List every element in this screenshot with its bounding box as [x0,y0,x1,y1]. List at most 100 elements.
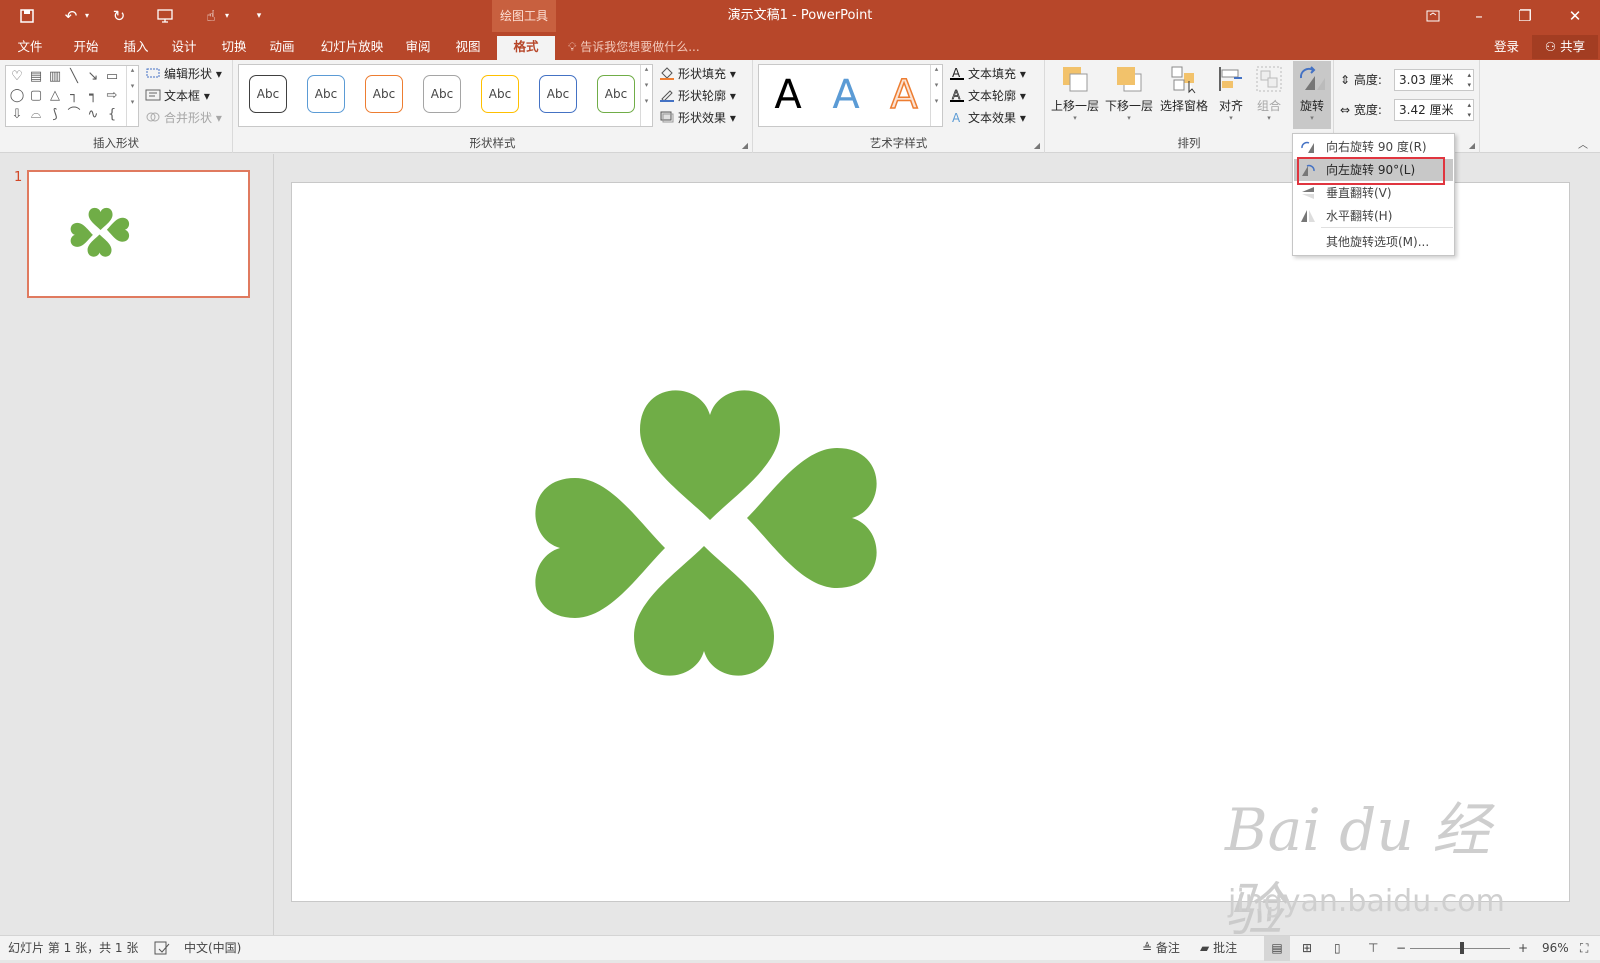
triangle-shape-icon[interactable]: △ [46,87,64,105]
scribble-shape-icon[interactable]: ⟆ [46,106,64,124]
restore-icon[interactable]: ❐ [1502,0,1548,32]
brace-shape-icon[interactable]: { [103,106,121,124]
wordart-launcher-icon[interactable]: ◢ [1034,141,1040,150]
zoom-out-icon[interactable]: − [1396,936,1406,961]
merge-shapes-button[interactable]: 合并形状 ▾ [145,108,222,128]
notes-button[interactable]: ≜ 备注 [1142,936,1180,961]
ribbon-display-options-icon[interactable] [1410,0,1456,32]
size-launcher-icon[interactable]: ◢ [1469,141,1475,150]
tab-home[interactable]: 开始 [64,36,108,60]
slide-sorter-view-icon[interactable]: ⊞ [1302,936,1312,961]
height-input[interactable]: 3.03 厘米 ▴ ▾ [1394,69,1474,91]
tab-file[interactable]: 文件 [8,36,52,60]
close-icon[interactable]: ✕ [1552,0,1598,32]
comments-button[interactable]: ▰ 批注 [1200,936,1237,961]
collapse-ribbon-icon[interactable]: ︿ [1578,136,1588,151]
rounded-rectangle-shape-icon[interactable]: ▢ [27,87,45,105]
tab-design[interactable]: 设计 [162,36,206,60]
shape-style-swatch[interactable]: Abc [481,75,519,113]
selection-pane-button[interactable]: 选择窗格 [1157,62,1211,128]
zoom-level[interactable]: 96% [1542,936,1569,961]
edit-shape-button[interactable]: 编辑形状 ▾ [145,64,222,84]
shape-style-swatch[interactable]: Abc [365,75,403,113]
slideshow-view-icon[interactable]: ⊤ [1368,936,1378,961]
shape-style-gallery-scroll[interactable]: ▴ ▾ ▾ [640,65,652,126]
arc-shape-icon[interactable]: ⌒ [65,106,83,124]
text-fill-button[interactable]: A 文本填充 ▾ [949,64,1026,84]
right-arrow-shape-icon[interactable]: ⇨ [103,87,121,105]
spell-check-icon[interactable] [154,936,170,961]
height-spinner[interactable]: ▴ ▾ [1467,70,1471,90]
flip-vertical-item[interactable]: 垂直翻转(V) [1294,182,1453,204]
customize-qat-icon[interactable]: ▾ [246,4,272,28]
shape-gallery-scroll[interactable]: ▴ ▾ ▾ [126,66,138,126]
shape-style-swatch[interactable]: Abc [597,75,635,113]
text-effects-button[interactable]: A 文本效果 ▾ [949,108,1026,128]
rotate-button[interactable]: 旋转 ▾ [1293,61,1331,129]
flip-horizontal-item[interactable]: 水平翻转(H) [1294,205,1453,227]
minimize-icon[interactable]: – [1456,0,1502,32]
rectangle-shape-icon[interactable]: ▭ [103,68,121,86]
shape-outline-button[interactable]: 形状轮廓 ▾ [659,86,736,106]
touch-dropdown-icon[interactable]: ▾ [220,4,234,28]
text-outline-button[interactable]: A 文本轮廓 ▾ [949,86,1026,106]
wordart-gallery[interactable]: A A A ▴ ▾ ▾ [758,64,943,127]
redo-icon[interactable]: ↻ [106,4,132,28]
text-box-button[interactable]: 文本框 ▾ [145,86,210,106]
send-backward-button[interactable]: 下移一层 ▾ [1103,62,1155,128]
slide-thumbnail[interactable] [27,170,250,298]
heart-shape-icon[interactable]: ♡ [8,68,26,86]
freeform-shape-icon[interactable]: ⌓ [27,106,45,124]
shape-gallery[interactable]: ♡ ▤ ▥ ╲ ↘ ▭ ◯ ▢ △ ┐ ┑ ⇨ ⇩ ⌓ ⟆ ⌒ ∿ { ▴ ▾ ▾ [5,65,139,127]
zoom-in-icon[interactable]: + [1518,936,1528,961]
normal-view-icon[interactable]: ▤ [1264,936,1290,961]
save-icon[interactable] [14,4,40,28]
shape-style-gallery[interactable]: Abc Abc Abc Abc Abc Abc Abc ▴ ▾ ▾ [238,64,653,127]
width-input[interactable]: 3.42 厘米 ▴ ▾ [1394,99,1474,121]
down-arrow-shape-icon[interactable]: ⇩ [8,106,26,124]
fit-to-window-icon[interactable]: ⛶ [1580,936,1588,961]
align-button[interactable]: 对齐 ▾ [1213,62,1249,128]
tab-slideshow[interactable]: 幻灯片放映 [316,36,388,60]
undo-dropdown-icon[interactable]: ▾ [80,4,94,28]
rotate-right-90-item[interactable]: 向右旋转 90 度(R) [1294,136,1453,158]
tab-format[interactable]: 格式 [497,36,555,60]
tab-view[interactable]: 视图 [446,36,490,60]
width-spinner[interactable]: ▴ ▾ [1467,100,1471,120]
curve-shape-icon[interactable]: ∿ [84,106,102,124]
tell-me-search[interactable]: 💡︎ 告诉我您想要做什么... [568,37,700,57]
text-effects-icon: A [949,110,965,125]
rotate-label: 旋转 [1299,99,1324,113]
elbow-arrow-shape-icon[interactable]: ┑ [84,87,102,105]
shape-effects-button[interactable]: 形状效果 ▾ [659,108,736,128]
shape-style-swatch[interactable]: Abc [539,75,577,113]
zoom-slider-thumb[interactable] [1460,942,1464,954]
wordart-blue-swatch[interactable]: A [823,70,869,120]
wordart-gallery-scroll[interactable]: ▴ ▾ ▾ [930,65,942,126]
arrow-line-shape-icon[interactable]: ↘ [84,68,102,86]
tab-animations[interactable]: 动画 [260,36,304,60]
elbow-connector-shape-icon[interactable]: ┐ [65,87,83,105]
wordart-orange-outline-swatch[interactable]: A [881,70,927,120]
shape-style-swatch[interactable]: Abc [423,75,461,113]
shape-style-swatch[interactable]: Abc [307,75,345,113]
language-indicator[interactable]: 中文(中国) [184,936,241,961]
share-button[interactable]: ⚇ 共享 [1532,35,1598,59]
tab-insert[interactable]: 插入 [114,36,158,60]
line-shape-icon[interactable]: ╲ [65,68,83,86]
reading-view-icon[interactable]: ▯ [1334,936,1341,961]
shape-styles-launcher-icon[interactable]: ◢ [742,141,748,150]
wordart-black-swatch[interactable]: A [765,70,811,120]
present-icon[interactable] [152,4,178,28]
more-rotation-options-item[interactable]: 其他旋转选项(M)... [1294,231,1453,253]
oval-shape-icon[interactable]: ◯ [8,87,26,105]
vertical-textbox-shape-icon[interactable]: ▥ [46,68,64,86]
textbox-shape-icon[interactable]: ▤ [27,68,45,86]
login-link[interactable]: 登录 [1494,37,1519,57]
group-button[interactable]: 组合 ▾ [1251,62,1287,128]
shape-fill-button[interactable]: 形状填充 ▾ [659,64,736,84]
tab-review[interactable]: 审阅 [396,36,440,60]
shape-style-swatch[interactable]: Abc [249,75,287,113]
tab-transitions[interactable]: 切换 [212,36,256,60]
bring-forward-button[interactable]: 上移一层 ▾ [1049,62,1101,128]
